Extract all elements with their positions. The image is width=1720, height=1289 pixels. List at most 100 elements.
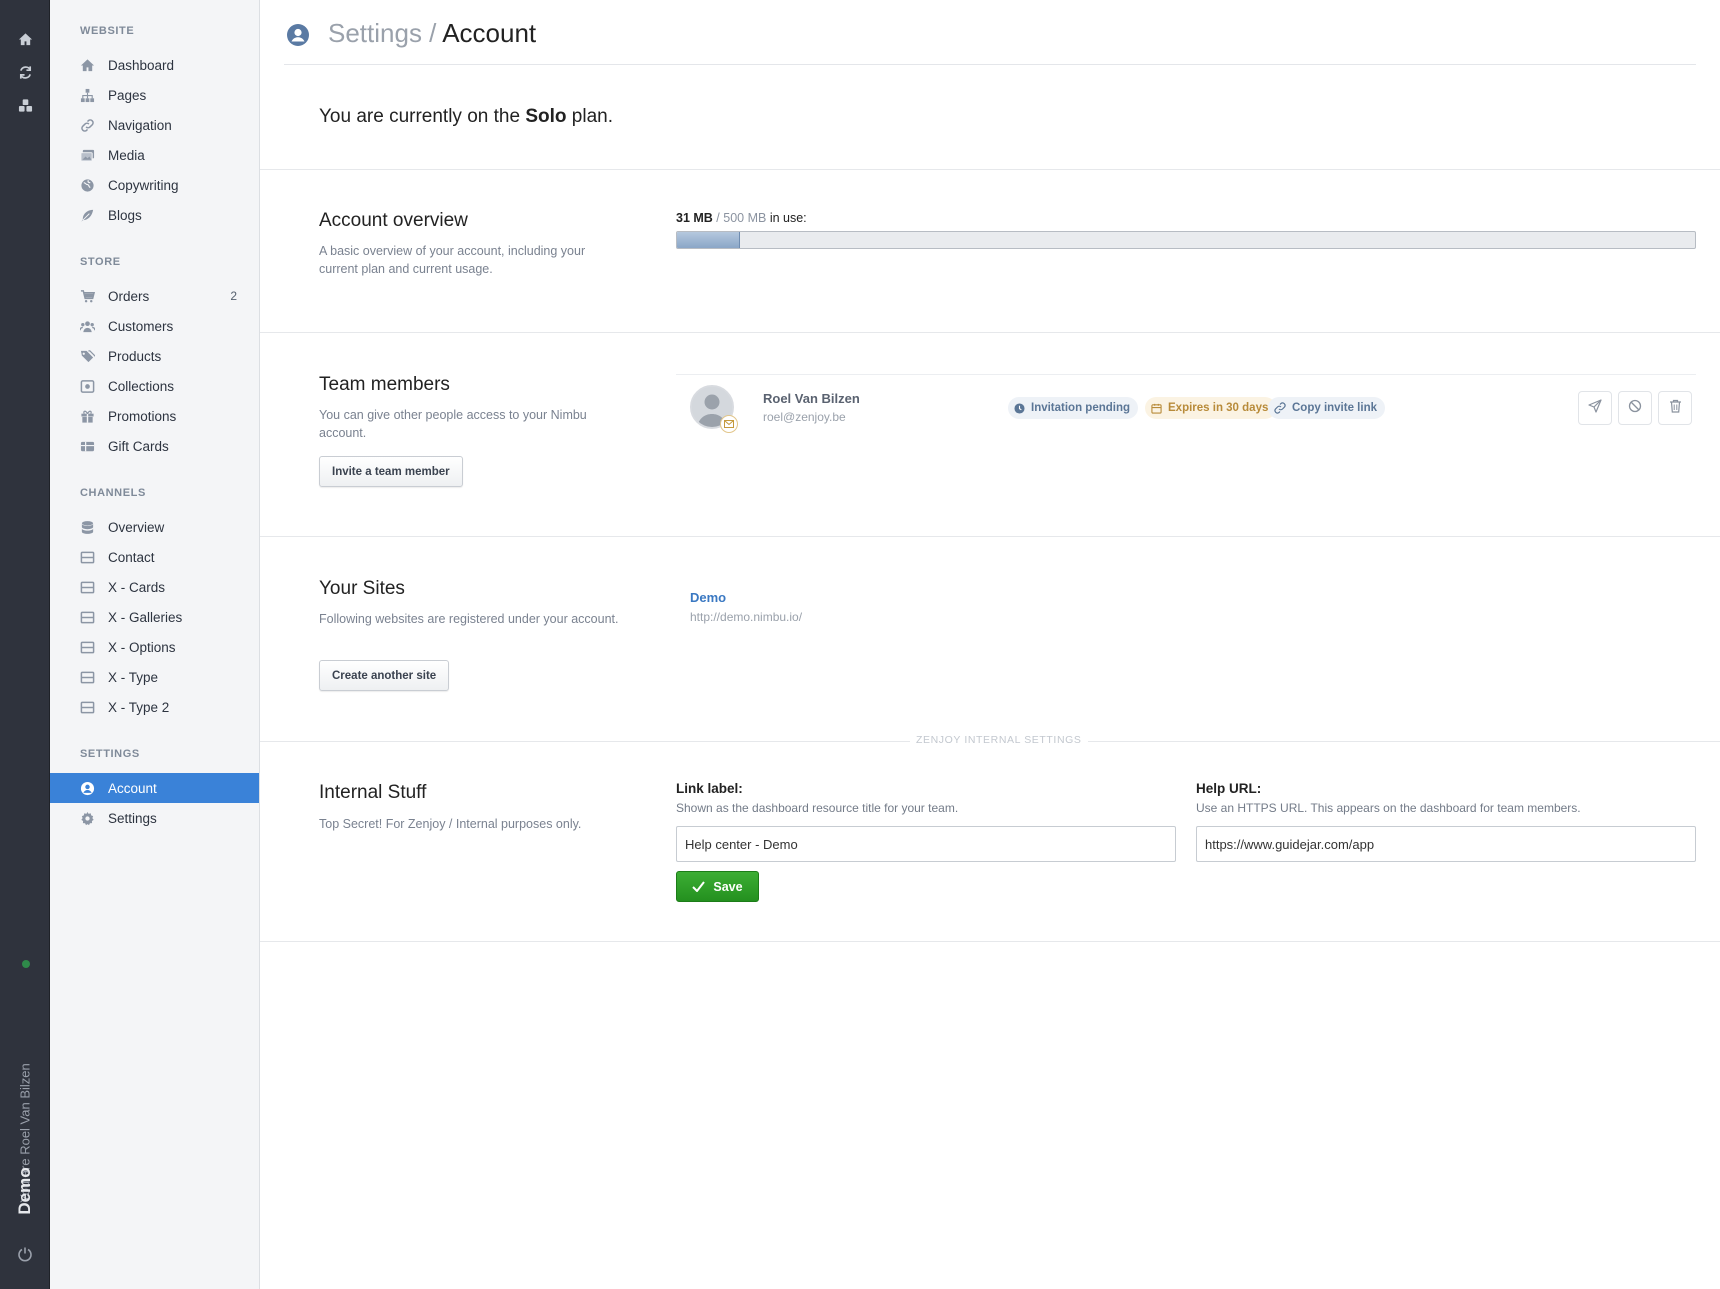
sidebar-item-orders[interactable]: Orders 2 — [50, 281, 259, 311]
check-icon — [692, 879, 706, 895]
sidebar-item-label: Settings — [108, 810, 157, 826]
sidebar-item-label: Blogs — [108, 207, 142, 223]
channel-icon — [80, 550, 95, 565]
section-divider — [260, 332, 1720, 333]
sidebar-item-label: Contact — [108, 549, 155, 565]
sidebar-item-label: Account — [108, 780, 157, 796]
sidebar-item-account[interactable]: Account — [50, 773, 259, 803]
current-site-label[interactable]: Demo — [15, 1167, 35, 1214]
team-members-title: Team members — [319, 374, 450, 395]
delete-member-button[interactable] — [1658, 391, 1692, 425]
storage-used: 31 MB — [676, 211, 713, 225]
sidebar-item-copywriting[interactable]: Copywriting — [50, 170, 259, 200]
sidebar-item-x-options[interactable]: X - Options — [50, 632, 259, 662]
site-link[interactable]: Demo — [690, 590, 726, 605]
sidebar-item-label: Media — [108, 147, 145, 163]
channel-icon — [80, 610, 95, 625]
count-badge: 2 — [230, 289, 237, 303]
link-label-field-label: Link label: — [676, 781, 743, 796]
sidebar-item-media[interactable]: Media — [50, 140, 259, 170]
sidebar-item-label: Copywriting — [108, 177, 179, 193]
account-overview-title: Account overview — [319, 210, 468, 231]
sidebar: WEBSITE Dashboard Pages Navigation Media Copy… — [50, 0, 260, 1289]
sidebar-item-label: X - Options — [108, 639, 176, 655]
section-divider — [260, 169, 1720, 170]
sidebar-item-settings[interactable]: Settings — [50, 803, 259, 833]
storage-suffix: in use: — [766, 211, 807, 225]
storage-progress-bar — [676, 231, 1696, 249]
copy-invite-link-label: Copy invite link — [1292, 402, 1377, 414]
resend-invite-button[interactable] — [1578, 391, 1612, 425]
sidebar-item-collections[interactable]: Collections — [50, 371, 259, 401]
team-member-row: Roel Van Bilzen roel@zenjoy.be Invitatio… — [676, 374, 1696, 438]
link-label-help-text: Shown as the dashboard resource title fo… — [676, 801, 959, 815]
internal-settings-section-label: ZENJOY INTERNAL SETTINGS — [910, 734, 1088, 746]
user-circle-icon — [80, 781, 95, 796]
account-overview-description: A basic overview of your account, includ… — [319, 244, 586, 276]
storage-separator: / — [712, 211, 724, 225]
cubes-icon[interactable] — [14, 94, 36, 116]
sidebar-item-x-galleries[interactable]: X - Galleries — [50, 602, 259, 632]
online-status-dot — [22, 960, 30, 968]
help-url-input[interactable]: https://www.guidejar.com/app — [1196, 826, 1696, 862]
save-button-label: Save — [713, 879, 743, 894]
sidebar-item-label: Pages — [108, 87, 147, 103]
section-divider — [260, 536, 1720, 537]
sidebar-item-promotions[interactable]: Promotions — [50, 401, 259, 431]
sidebar-heading-website: WEBSITE — [80, 25, 135, 37]
link-icon — [80, 118, 95, 133]
ban-icon — [1628, 399, 1642, 418]
tags-icon — [80, 349, 95, 364]
sidebar-item-blogs[interactable]: Blogs — [50, 200, 259, 230]
database-icon — [80, 520, 95, 535]
trash-icon — [1669, 399, 1682, 418]
home-icon — [80, 58, 95, 73]
sidebar-item-customers[interactable]: Customers — [50, 311, 259, 341]
clock-icon — [1014, 402, 1025, 414]
plan-name: Solo — [525, 106, 567, 127]
sidebar-item-label: X - Type 2 — [108, 699, 170, 715]
breadcrumb-current: Account — [442, 18, 537, 48]
sidebar-item-x-type[interactable]: X - Type — [50, 662, 259, 692]
sidebar-item-contact[interactable]: Contact — [50, 542, 259, 572]
sidebar-item-dashboard[interactable]: Dashboard — [50, 50, 259, 80]
link-label-input[interactable]: Help center - Demo — [676, 826, 1176, 862]
invitation-status-badge: Invitation pending — [1008, 397, 1139, 419]
power-icon[interactable] — [14, 1243, 36, 1265]
link-icon — [1274, 402, 1286, 414]
sidebar-item-products[interactable]: Products — [50, 341, 259, 371]
save-button[interactable]: Save — [676, 871, 759, 902]
page-title: Settings / Account — [328, 18, 536, 49]
breadcrumb-parent[interactable]: Settings — [328, 18, 422, 48]
copy-invite-link-button[interactable]: Copy invite link — [1268, 397, 1385, 419]
sidebar-item-label: X - Type — [108, 669, 159, 685]
home-icon[interactable] — [14, 28, 36, 50]
help-url-field-label: Help URL: — [1196, 781, 1262, 796]
channel-icon — [80, 670, 95, 685]
sidebar-item-label: X - Cards — [108, 579, 166, 595]
invite-team-member-button[interactable]: Invite a team member — [319, 456, 463, 487]
sidebar-item-gift-cards[interactable]: Gift Cards — [50, 431, 259, 461]
sidebar-item-label: Orders — [108, 288, 150, 304]
storage-total: 500 MB — [723, 211, 767, 225]
sidebar-item-pages[interactable]: Pages — [50, 80, 259, 110]
internal-stuff-description: Top Secret! For Zenjoy / Internal purpos… — [319, 817, 582, 831]
help-url-help-text: Use an HTTPS URL. This appears on the da… — [1196, 801, 1581, 815]
sidebar-item-navigation[interactable]: Navigation — [50, 110, 259, 140]
site-url: http://demo.nimbu.io/ — [690, 610, 803, 624]
users-icon — [80, 319, 95, 334]
sidebar-heading-channels: CHANNELS — [80, 487, 146, 499]
member-name: Roel Van Bilzen — [763, 391, 860, 406]
plan-prefix: You are currently on the — [319, 106, 526, 127]
sidebar-item-overview[interactable]: Overview — [50, 512, 259, 542]
create-site-button[interactable]: Create another site — [319, 660, 450, 691]
page-header: Settings / Account — [284, 0, 1696, 65]
sidebar-item-x-type-2[interactable]: X - Type 2 — [50, 692, 259, 722]
internal-stuff-title: Internal Stuff — [319, 782, 427, 803]
gift-icon — [80, 409, 95, 424]
sidebar-item-label: X - Galleries — [108, 609, 183, 625]
sidebar-item-x-cards[interactable]: X - Cards — [50, 572, 259, 602]
refresh-icon[interactable] — [14, 61, 36, 83]
cart-icon — [80, 289, 95, 304]
revoke-invite-button[interactable] — [1618, 391, 1652, 425]
